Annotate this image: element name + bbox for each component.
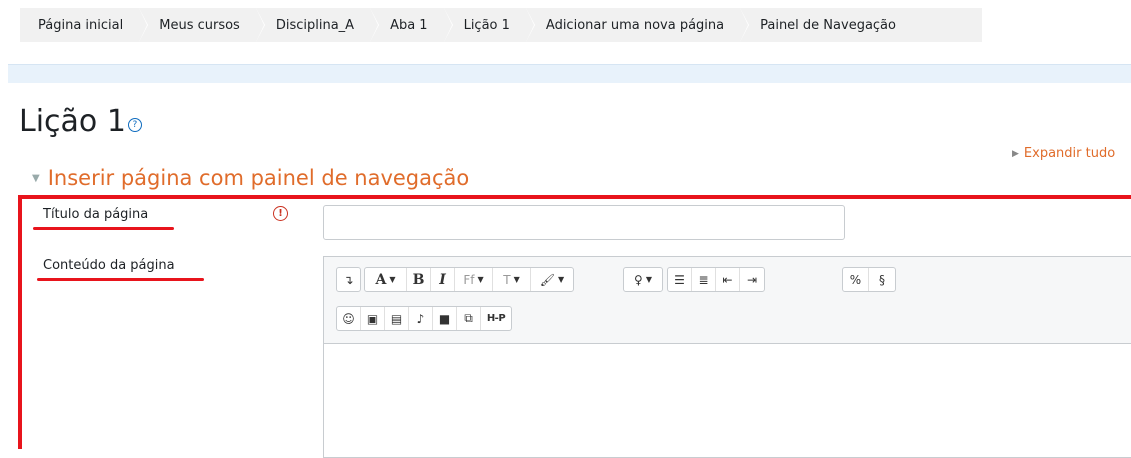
- font-size-icon: T: [503, 272, 511, 287]
- media-file-icon[interactable]: ▤: [385, 307, 409, 330]
- exclamation-circle-icon: !: [273, 206, 288, 221]
- annotation-box-left: [18, 195, 22, 449]
- toggle-toolbar-icon[interactable]: ↴: [337, 268, 360, 291]
- breadcrumb-course[interactable]: Disciplina_A: [256, 8, 380, 42]
- chevron-down-icon: ▼: [558, 275, 565, 284]
- link-icon[interactable]: %: [843, 268, 869, 291]
- toolbar-group-links: % §: [842, 267, 896, 292]
- font-family-icon: Ff: [463, 272, 475, 287]
- editor-toolbar: ↴ A ▼ B I Ff ▼ T ▼ 🖌 ▼ ♀ ▼ ☰ ≣ ⇤ ⇥ % § ☺ ▣ ▤ …: [324, 257, 1131, 344]
- caret-down-icon: ▼: [32, 172, 40, 184]
- microphone-icon[interactable]: ♪: [409, 307, 433, 330]
- breadcrumb-current: Painel de Navegação: [760, 17, 896, 33]
- info-bar: [8, 64, 1131, 83]
- italic-icon: I: [439, 271, 446, 288]
- chevron-down-icon: ▼: [513, 275, 520, 284]
- image-icon[interactable]: ▣: [361, 307, 385, 330]
- brush-icon: 🖌: [539, 272, 556, 287]
- h5p-icon[interactable]: H-P: [481, 307, 511, 330]
- breadcrumb: Página inicial Meus cursos Disciplina_A …: [20, 8, 982, 42]
- breadcrumb-tab[interactable]: Aba 1: [370, 8, 453, 42]
- toolbar-group-toggle: ↴: [336, 267, 361, 292]
- breadcrumb-my-courses[interactable]: Meus cursos: [139, 8, 265, 42]
- unordered-list-icon[interactable]: ☰: [668, 268, 692, 291]
- outdent-icon[interactable]: ⇤: [716, 268, 740, 291]
- editor-content-area[interactable]: [324, 344, 1131, 458]
- section-header[interactable]: ▼ Inserir página com painel de navegação: [32, 166, 469, 190]
- indent-icon[interactable]: ⇥: [740, 268, 764, 291]
- question-circle-icon[interactable]: ?: [127, 118, 142, 132]
- page-title-input[interactable]: [323, 205, 845, 240]
- breadcrumb-add-page[interactable]: Adicionar uma nova página: [526, 8, 750, 42]
- font-color-button[interactable]: A ▼: [365, 268, 407, 291]
- toolbar-group-style: A ▼ B I Ff ▼ T ▼ 🖌 ▼: [364, 267, 574, 292]
- breadcrumb-home[interactable]: Página inicial: [20, 8, 149, 42]
- italic-button[interactable]: I: [431, 268, 455, 291]
- chevron-down-icon: ▼: [477, 275, 484, 284]
- ordered-list-icon[interactable]: ≣: [692, 268, 716, 291]
- bold-button[interactable]: B: [407, 268, 431, 291]
- title-field-label: Título da página: [43, 207, 149, 222]
- page-title: Lição 1 ?: [19, 104, 142, 139]
- video-camera-icon[interactable]: ■: [433, 307, 457, 330]
- chevron-down-icon: ▼: [645, 275, 652, 284]
- expand-all-link[interactable]: ▶ Expandir tudo: [1012, 146, 1115, 161]
- h5p-label: H-P: [486, 313, 506, 324]
- unlink-icon[interactable]: §: [869, 268, 895, 291]
- content-field-label: Conteúdo da página: [43, 258, 175, 273]
- font-size-button[interactable]: T ▼: [493, 268, 531, 291]
- chevron-down-icon: ▼: [389, 275, 396, 284]
- font-family-button[interactable]: Ff ▼: [455, 268, 493, 291]
- emoji-icon[interactable]: ☺: [337, 307, 361, 330]
- annotation-box-top: [20, 195, 1131, 199]
- lightbulb-button[interactable]: ♀ ▼: [624, 268, 662, 291]
- page-title-text: Lição 1: [19, 104, 126, 139]
- breadcrumb-lesson[interactable]: Lição 1: [444, 8, 536, 42]
- rich-text-editor: ↴ A ▼ B I Ff ▼ T ▼ 🖌 ▼ ♀ ▼ ☰ ≣ ⇤ ⇥ % § ☺ ▣ ▤ …: [323, 256, 1131, 458]
- manage-files-icon[interactable]: ⧉: [457, 307, 481, 330]
- expand-all-label: Expandir tudo: [1023, 146, 1116, 161]
- caret-right-icon: ▶: [1012, 148, 1019, 159]
- lightbulb-icon: ♀: [634, 272, 643, 287]
- font-color-icon: A: [375, 271, 387, 288]
- toolbar-group-lightbulb: ♀ ▼: [623, 267, 663, 292]
- annotation-underline-title: [33, 227, 174, 230]
- toolbar-group-media: ☺ ▣ ▤ ♪ ■ ⧉ H-P: [336, 306, 512, 331]
- bold-icon: B: [412, 271, 425, 288]
- toolbar-group-lists: ☰ ≣ ⇤ ⇥: [667, 267, 765, 292]
- annotation-underline-content: [37, 278, 204, 281]
- highlight-button[interactable]: 🖌 ▼: [531, 268, 573, 291]
- section-title: Inserir página com painel de navegação: [47, 166, 470, 190]
